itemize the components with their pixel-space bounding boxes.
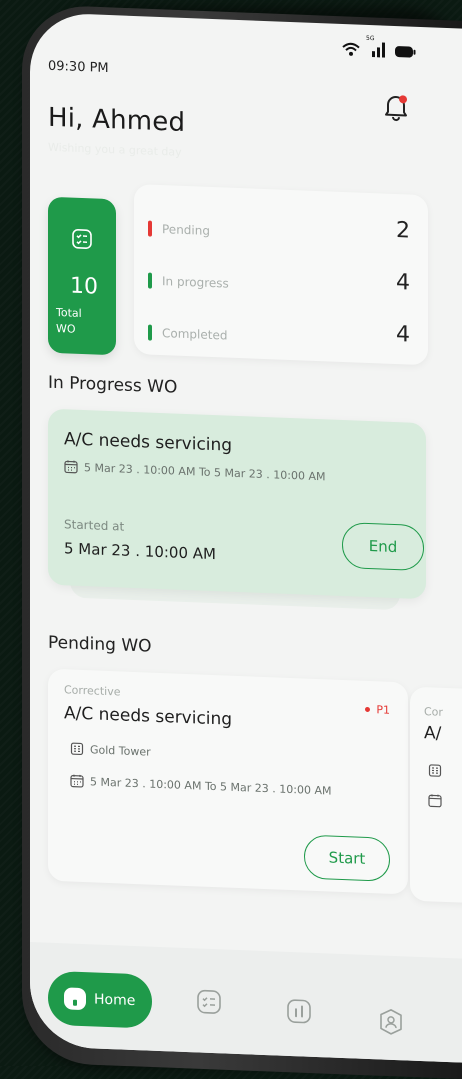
nav-reports[interactable] bbox=[286, 998, 312, 1029]
bell-icon bbox=[385, 95, 407, 122]
signal-icon: 5G bbox=[366, 35, 388, 58]
started-at-label: Started at bbox=[64, 517, 125, 534]
wo-location: Gold Tower bbox=[70, 742, 151, 759]
total-wo-count: 10 bbox=[70, 273, 98, 300]
priority-label: P1 bbox=[376, 703, 390, 717]
battery-icon bbox=[395, 46, 416, 58]
network-label: 5G bbox=[366, 34, 375, 43]
stat-label: Completed bbox=[162, 326, 228, 343]
total-label-line2: WO bbox=[56, 321, 76, 336]
wo-type: Corrective bbox=[64, 683, 121, 699]
stat-value: 4 bbox=[396, 322, 410, 348]
started-at-value: 5 Mar 23 . 10:00 AM bbox=[64, 539, 216, 564]
nav-profile[interactable] bbox=[378, 1007, 404, 1040]
building-icon bbox=[428, 764, 442, 777]
wo-title: A/C needs servicing bbox=[64, 429, 233, 456]
start-button[interactable]: Start bbox=[304, 834, 390, 882]
pending-indicator bbox=[148, 220, 152, 237]
stat-value: 2 bbox=[396, 218, 410, 244]
in-progress-indicator bbox=[148, 272, 152, 289]
wo-stats-card: Pending 2 In progress 4 Completed 4 bbox=[134, 183, 428, 366]
wo-type: Cor bbox=[424, 705, 443, 719]
pending-wo-card[interactable]: Corrective P1 A/C needs servicing Gold T… bbox=[48, 668, 408, 895]
priority-dot bbox=[365, 706, 371, 713]
notifications-button[interactable] bbox=[382, 92, 410, 127]
total-label-line1: Total bbox=[56, 305, 82, 320]
stat-value: 4 bbox=[396, 270, 410, 296]
wo-date-range: 5 Mar 23 . 10:00 AM To 5 Mar 23 . 10:00 … bbox=[70, 774, 331, 798]
chart-icon bbox=[287, 999, 311, 1024]
end-button[interactable]: End bbox=[342, 521, 424, 572]
wo-title: A/ bbox=[424, 723, 442, 744]
nav-work-orders[interactable] bbox=[196, 988, 222, 1019]
stat-label: Pending bbox=[162, 222, 210, 238]
status-time: 09:30 PM bbox=[48, 58, 109, 77]
checklist-icon bbox=[72, 229, 92, 249]
total-wo-card[interactable]: 10 Total WO bbox=[48, 196, 116, 356]
nav-home-label: Home bbox=[94, 991, 136, 1010]
nav-home[interactable]: Home bbox=[48, 970, 152, 1029]
in-progress-section-title: In Progress WO bbox=[48, 372, 178, 398]
stat-label: In progress bbox=[162, 274, 229, 291]
phone-screen: 09:30 PM 5G Hi, Ahmed Wishing you a grea… bbox=[30, 12, 462, 1063]
notification-dot bbox=[399, 95, 407, 104]
stat-in-progress[interactable]: In progress 4 bbox=[148, 270, 410, 301]
calendar-icon bbox=[428, 794, 442, 808]
wo-title: A/C needs servicing bbox=[64, 703, 233, 730]
wo-dates-text: 5 Mar 23 . 10:00 AM To 5 Mar 23 . 10:00 … bbox=[84, 460, 326, 483]
stat-completed[interactable]: Completed 4 bbox=[148, 322, 410, 353]
status-icons: 5G bbox=[342, 35, 416, 59]
location-text: Gold Tower bbox=[90, 742, 151, 759]
home-icon bbox=[64, 987, 86, 1011]
pending-wo-card-next[interactable]: Cor A/ bbox=[410, 686, 462, 904]
completed-indicator bbox=[148, 324, 152, 341]
calendar-icon bbox=[64, 460, 78, 474]
wifi-icon bbox=[342, 42, 360, 56]
greeting-subtitle: Wishing you a great day bbox=[48, 140, 182, 159]
priority-badge: P1 bbox=[365, 703, 390, 717]
total-wo-label: Total WO bbox=[56, 305, 82, 338]
building-icon bbox=[70, 742, 84, 756]
stat-pending[interactable]: Pending 2 bbox=[148, 218, 410, 249]
profile-icon bbox=[380, 1009, 402, 1035]
wo-date-range: 5 Mar 23 . 10:00 AM To 5 Mar 23 . 10:00 … bbox=[64, 459, 325, 483]
checklist-icon bbox=[197, 989, 221, 1014]
wo-dates-text: 5 Mar 23 . 10:00 AM To 5 Mar 23 . 10:00 … bbox=[90, 774, 332, 798]
bottom-nav: Home bbox=[30, 942, 462, 1063]
greeting-title: Hi, Ahmed bbox=[48, 102, 186, 138]
pending-section-title: Pending WO bbox=[48, 632, 152, 657]
in-progress-wo-card[interactable]: A/C needs servicing 5 Mar 23 . 10:00 AM … bbox=[48, 408, 426, 600]
calendar-icon bbox=[70, 774, 84, 788]
